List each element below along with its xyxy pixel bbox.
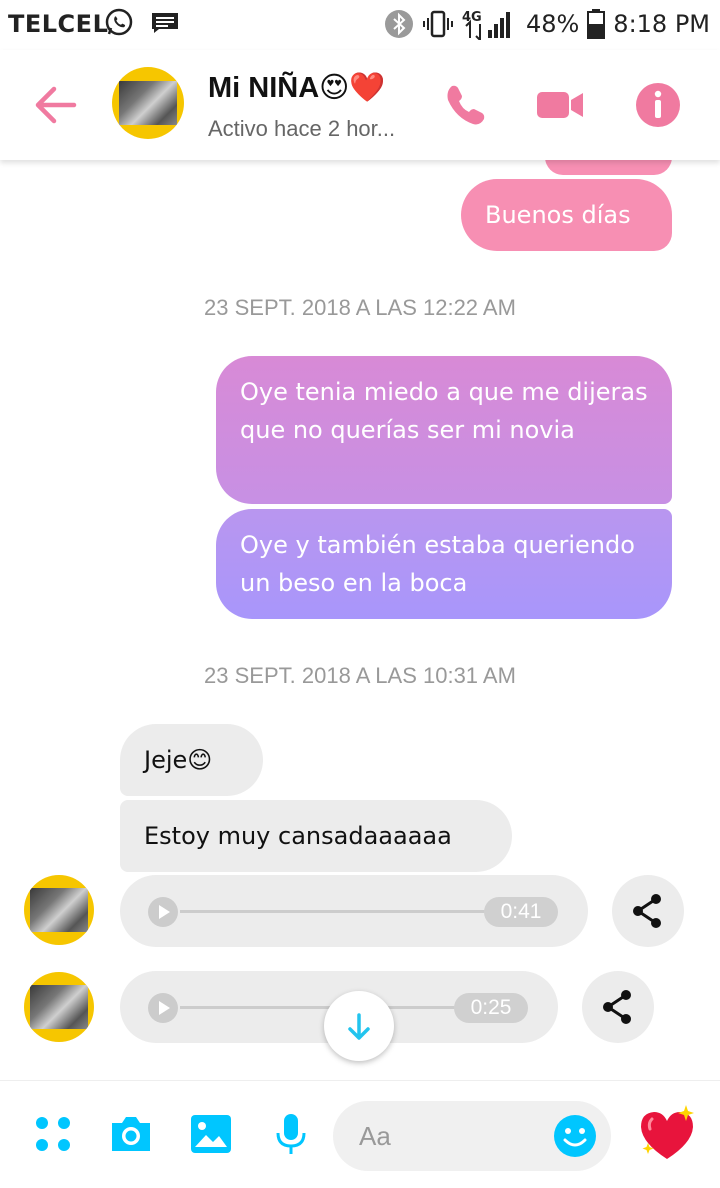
more-options-icon[interactable] [30,1111,76,1157]
status-bar: TELCEL 4G 48% 8:18 PM [0,0,720,50]
message-text: Oye y también estaba queriendo un beso e… [240,531,635,597]
vibrate-icon [422,10,453,38]
clock: 8:18 PM [613,10,710,38]
battery-percent: 48% [525,10,580,38]
arrow-down-icon [348,1013,370,1040]
play-icon[interactable] [148,993,178,1023]
sender-avatar[interactable] [24,875,94,945]
scroll-to-bottom-button[interactable] [324,991,394,1061]
timestamp: 23 SEPT. 2018 A LAS 10:31 AM [204,663,516,688]
received-message-bubble[interactable]: Estoy muy cansadaaaaaa [120,800,512,872]
contact-name[interactable]: Mi NIÑA😍❤️ [208,70,386,105]
sent-message-bubble[interactable]: Oye y también estaba queriendo un beso e… [216,509,672,619]
timestamp: 23 SEPT. 2018 A LAS 12:22 AM [204,295,516,320]
message-text: Estoy muy cansadaaaaaa [144,822,452,850]
phone-call-icon[interactable] [440,80,490,130]
video-call-icon[interactable] [535,80,585,130]
audio-duration: 0:25 [454,993,528,1023]
message-list[interactable]: Buenos días 23 SEPT. 2018 A LAS 12:22 AM… [0,160,720,1080]
camera-icon[interactable] [108,1111,154,1157]
message-notification-icon [152,13,178,33]
composer-bar [0,1080,720,1188]
sent-message-bubble[interactable]: Oye tenia miedo a que me dijeras que no … [216,356,672,504]
message-text: Oye tenia miedo a que me dijeras que no … [240,378,648,444]
contact-active-status: Activo hace 2 hor... [208,116,396,141]
whatsapp-icon [105,8,133,36]
emoji-icon[interactable] [553,1114,597,1158]
signal-4g-icon: 4G [462,10,510,40]
share-icon [633,894,661,928]
sender-avatar[interactable] [24,972,94,1042]
received-message-bubble[interactable]: Jeje😊 [120,724,263,796]
svg-text:4G: 4G [462,10,482,25]
play-icon[interactable] [148,897,178,927]
contact-avatar[interactable] [112,67,184,139]
audio-message[interactable]: 0:41 [120,875,588,947]
share-button[interactable] [612,875,684,947]
share-icon [603,990,631,1024]
audio-duration: 0:41 [484,897,558,927]
audio-progress-track[interactable] [180,910,510,913]
info-icon[interactable] [633,80,683,130]
message-input-container[interactable] [333,1101,611,1171]
sparkling-heart-icon[interactable] [636,1103,698,1165]
battery-icon [587,9,606,39]
message-bubble-partial [545,160,672,175]
conversation-header: Mi NIÑA😍❤️ Activo hace 2 hor... [0,50,720,160]
microphone-icon[interactable] [268,1111,314,1157]
bluetooth-icon [384,10,413,38]
carrier-label: TELCEL [8,10,109,38]
gallery-icon[interactable] [188,1111,234,1157]
message-text: Buenos días [485,201,631,229]
message-input[interactable] [357,1115,541,1157]
message-text: Jeje😊 [144,746,213,774]
back-arrow-icon[interactable] [30,80,80,130]
sent-message-bubble[interactable]: Buenos días [461,179,672,251]
share-button[interactable] [582,971,654,1043]
